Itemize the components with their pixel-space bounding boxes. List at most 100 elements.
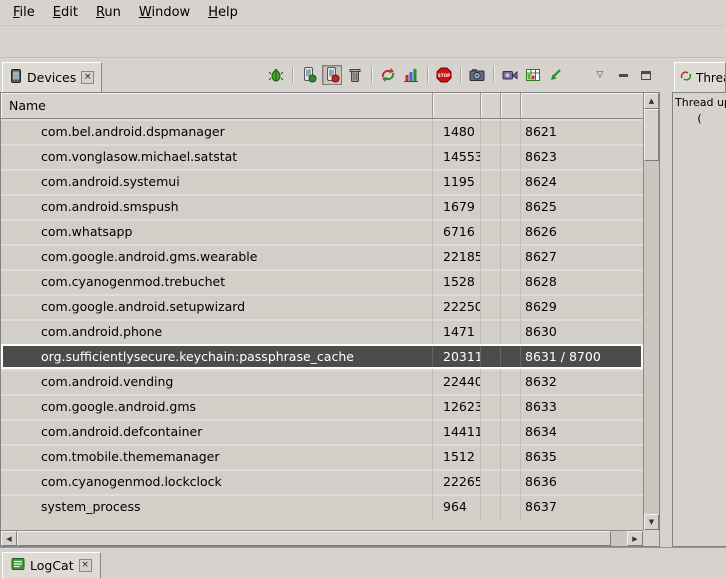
table-row[interactable]: com.vonglasow.michael.satstat14553 8623: [1, 144, 643, 169]
update-threads-icon[interactable]: [378, 65, 398, 85]
cell-name: com.cyanogenmod.lockclock: [1, 469, 433, 494]
menu-help[interactable]: Help: [199, 2, 247, 23]
method-profiling-icon[interactable]: [401, 65, 421, 85]
cell-cA: [481, 369, 501, 394]
table-row[interactable]: com.tmobile.thememanager1512 8635: [1, 444, 643, 469]
tab-threads-label: Threa: [696, 71, 726, 85]
debug-process-icon[interactable]: [266, 65, 286, 85]
table-row[interactable]: com.android.defcontainer144118634: [1, 419, 643, 444]
cell-cB: [501, 194, 521, 219]
cell-port: 8621: [521, 119, 643, 144]
menu-file[interactable]: File: [4, 2, 44, 23]
menu-window[interactable]: Window: [130, 2, 199, 23]
column-header-a[interactable]: [481, 93, 501, 118]
report-icon[interactable]: [523, 65, 543, 85]
cell-port: 8633: [521, 394, 643, 419]
table-row[interactable]: com.android.smspush16798625: [1, 194, 643, 219]
cell-port: 8635: [521, 444, 643, 469]
table-row[interactable]: com.cyanogenmod.trebuchet15288628: [1, 269, 643, 294]
cell-pid: 14553: [433, 144, 481, 169]
scrollbar-corner: [643, 530, 659, 546]
screen-capture-icon[interactable]: [467, 65, 487, 85]
threads-panel: Threa Thread up (: [672, 58, 726, 547]
view-menu-icon[interactable]: ▽: [590, 65, 610, 85]
threads-icon: [680, 70, 692, 85]
scroll-right-icon[interactable]: ▶: [627, 531, 643, 546]
table-row[interactable]: com.bel.android.dspmanager14808621: [1, 119, 643, 144]
cell-port: 8628: [521, 269, 643, 294]
cell-port: 8629: [521, 294, 643, 319]
dump-hprof-icon[interactable]: [322, 65, 342, 85]
devices-tabrow: Devices ×: [0, 58, 660, 92]
column-header-b[interactable]: [501, 93, 521, 118]
cell-cB: [501, 369, 521, 394]
cell-cA: [481, 169, 501, 194]
close-icon[interactable]: ×: [81, 71, 94, 84]
table-row[interactable]: com.google.android.setupwizard222508629: [1, 294, 643, 319]
table-row[interactable]: system_process9648637: [1, 494, 643, 519]
cell-pid: 1528: [433, 269, 481, 294]
horizontal-scrollbar[interactable]: ◀ ▶: [1, 530, 643, 546]
cell-pid: 20311: [433, 344, 481, 369]
menu-run[interactable]: Run: [87, 2, 130, 23]
video-capture-icon[interactable]: [500, 65, 520, 85]
cell-cA: [481, 419, 501, 444]
main-toolbar: [0, 26, 726, 58]
maximize-icon[interactable]: [636, 65, 656, 85]
cell-cA: [481, 144, 501, 169]
table-row[interactable]: com.cyanogenmod.lockclock222658636: [1, 469, 643, 494]
table-row[interactable]: org.sufficientlysecure.keychain:passphra…: [1, 344, 643, 369]
table-row[interactable]: com.android.phone14718630: [1, 319, 643, 344]
table-row[interactable]: com.google.android.gms.wearable221858627: [1, 244, 643, 269]
cell-name: com.android.systemui: [1, 169, 433, 194]
table-row[interactable]: com.android.systemui11958624: [1, 169, 643, 194]
cell-pid: 22185: [433, 244, 481, 269]
menubar: File Edit Run Window Help: [0, 0, 726, 26]
cell-port: 8632: [521, 369, 643, 394]
threads-message-line1: Thread up: [675, 96, 724, 109]
scroll-left-icon[interactable]: ◀: [1, 531, 17, 546]
cell-port: 8624: [521, 169, 643, 194]
scroll-down-icon[interactable]: ▼: [644, 514, 659, 530]
cell-cB: [501, 119, 521, 144]
vertical-scrollbar[interactable]: ▲ ▼: [643, 93, 659, 530]
cell-pid: 6716: [433, 219, 481, 244]
cell-port: 8637: [521, 494, 643, 519]
cell-name: com.tmobile.thememanager: [1, 444, 433, 469]
cell-port: 8636: [521, 469, 643, 494]
close-icon[interactable]: ×: [79, 559, 92, 572]
cell-name: com.vonglasow.michael.satstat: [1, 144, 433, 169]
cell-name: com.android.defcontainer: [1, 419, 433, 444]
minimize-icon[interactable]: [613, 65, 633, 85]
cell-port: 8626: [521, 219, 643, 244]
tab-devices-label: Devices: [27, 70, 76, 85]
vertical-scroll-thumb[interactable]: [644, 109, 659, 161]
cell-name: com.android.phone: [1, 319, 433, 344]
svg-text:STOP: STOP: [438, 73, 451, 78]
cell-cA: [481, 469, 501, 494]
column-header-pid[interactable]: [433, 93, 481, 118]
update-heap-icon[interactable]: [299, 65, 319, 85]
scroll-up-icon[interactable]: ▲: [644, 93, 659, 109]
table-row[interactable]: com.android.vending224408632: [1, 369, 643, 394]
horizontal-scroll-thumb[interactable]: [17, 531, 611, 546]
cause-gc-icon[interactable]: [345, 65, 365, 85]
device-icon: [10, 69, 22, 86]
menu-edit[interactable]: Edit: [44, 2, 87, 23]
cell-name: com.android.smspush: [1, 194, 433, 219]
table-row[interactable]: com.google.android.gms126238633: [1, 394, 643, 419]
column-header-port[interactable]: [521, 93, 643, 118]
export-icon[interactable]: [546, 65, 566, 85]
cell-cB: [501, 169, 521, 194]
tab-threads[interactable]: Threa: [674, 62, 726, 92]
table-row[interactable]: com.whatsapp67168626: [1, 219, 643, 244]
tab-devices[interactable]: Devices ×: [2, 62, 102, 92]
cell-pid: 1512: [433, 444, 481, 469]
cell-cB: [501, 294, 521, 319]
cell-port: 8623: [521, 144, 643, 169]
cell-cB: [501, 319, 521, 344]
tab-logcat[interactable]: LogCat ×: [2, 552, 101, 578]
stop-process-icon[interactable]: STOP: [434, 65, 454, 85]
toolbar-separator: [460, 67, 461, 83]
column-header-name[interactable]: Name: [1, 93, 433, 118]
